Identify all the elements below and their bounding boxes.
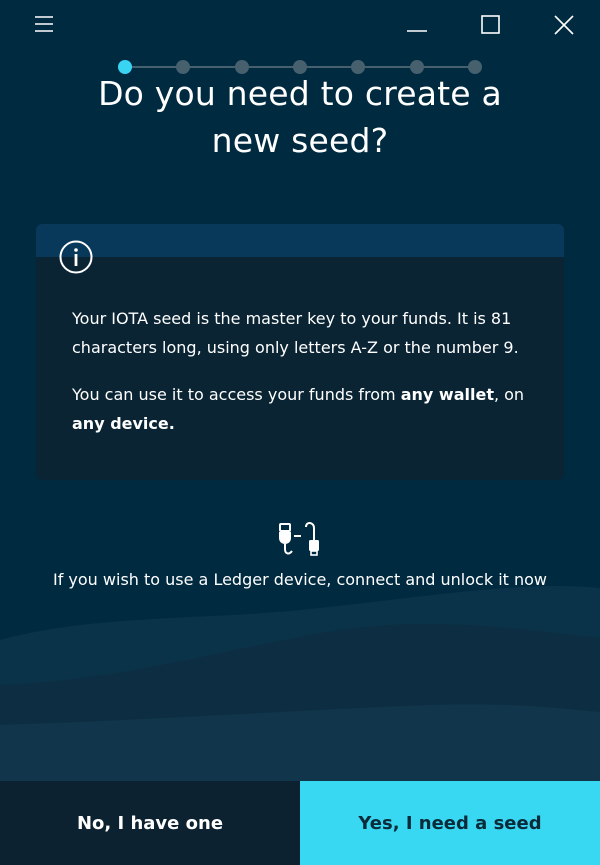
no-have-seed-button[interactable]: No, I have one: [0, 781, 300, 865]
title-bar: [0, 0, 600, 50]
minimize-icon[interactable]: [400, 8, 434, 42]
usb-cable-icon: [279, 522, 319, 556]
background-waves: [0, 586, 600, 785]
yes-need-seed-button[interactable]: Yes, I need a seed: [300, 781, 600, 865]
info-card: Your IOTA seed is the master key to your…: [36, 224, 564, 480]
maximize-icon[interactable]: [474, 8, 508, 42]
info-icon: [59, 240, 93, 274]
info-card-header: [36, 224, 564, 257]
hamburger-menu-icon[interactable]: [27, 8, 61, 42]
info-paragraph-2-middle: , on: [493, 385, 525, 404]
info-any-device: any device.: [72, 414, 175, 433]
info-text: Your IOTA seed is the master key to your…: [72, 304, 542, 456]
info-paragraph-2: You can use it to access your funds from…: [72, 380, 542, 438]
ledger-hint: If you wish to use a Ledger device, conn…: [52, 570, 548, 589]
info-any-wallet: any wallet: [400, 385, 494, 404]
info-paragraph-2-prefix: You can use it to access your funds from: [72, 385, 401, 404]
info-paragraph-1: Your IOTA seed is the master key to your…: [72, 309, 519, 357]
page-title: Do you need to create a new seed?: [98, 74, 502, 160]
close-icon[interactable]: [547, 8, 581, 42]
